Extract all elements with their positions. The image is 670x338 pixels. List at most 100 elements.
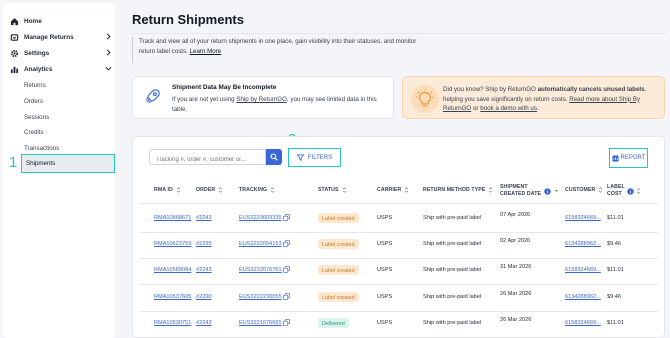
ship-by-returngo-link[interactable]: Ship by ReturnGO bbox=[236, 96, 287, 103]
nav-manage-returns-label: Manage Returns bbox=[24, 33, 74, 41]
sort-icon bbox=[271, 187, 275, 193]
order-link[interactable]: #2295 bbox=[196, 241, 212, 247]
report-button[interactable]: REPORT bbox=[609, 148, 648, 168]
carrier-cell: USPS bbox=[377, 241, 393, 247]
tip-text-4: . bbox=[536, 105, 539, 112]
created-date-cell: 26 Mar 2026 bbox=[500, 317, 532, 323]
col-header-cost[interactable]: LABEL COST bbox=[607, 184, 641, 198]
tracking-link[interactable]: EUS3222230055 bbox=[239, 294, 282, 300]
learn-more-link[interactable]: Learn More bbox=[190, 48, 222, 55]
tracking-link[interactable]: EUS3222076761 bbox=[239, 267, 282, 273]
chevron-down-icon bbox=[105, 66, 112, 71]
sidebar-item-sessions[interactable]: Sessions bbox=[24, 114, 49, 121]
search-icon bbox=[270, 153, 278, 161]
carrier-cell: USPS bbox=[377, 267, 393, 273]
col-header-status[interactable]: STATUS bbox=[318, 187, 347, 193]
rma-id-link[interactable]: RMA10537605 bbox=[154, 294, 191, 300]
nav-analytics[interactable]: Analytics bbox=[10, 62, 112, 76]
return-method-cell: Ship with pre-paid label bbox=[423, 294, 482, 300]
col-header-created-label: SHIPMENT CREATED DATE bbox=[500, 184, 541, 198]
search-input[interactable] bbox=[149, 149, 266, 165]
nav-manage-returns[interactable]: Manage Returns bbox=[10, 30, 111, 44]
col-header-created-line2: CREATED DATE bbox=[500, 191, 542, 197]
status-badge: Label created bbox=[318, 213, 359, 223]
customer-link[interactable]: 6158324669... bbox=[565, 267, 601, 273]
book-demo-link[interactable]: book a demo with us bbox=[480, 105, 537, 112]
col-header-carrier-label: CARRIER bbox=[377, 187, 402, 193]
order-link[interactable]: #2243 bbox=[196, 267, 212, 273]
col-header-tracking[interactable]: TRACKING bbox=[239, 187, 275, 193]
order-link[interactable]: #2243 bbox=[196, 320, 212, 326]
copy-icon[interactable] bbox=[283, 266, 290, 273]
col-header-created-line1: SHIPMENT bbox=[500, 184, 528, 190]
row-divider bbox=[140, 232, 658, 233]
col-header-method[interactable]: RETURN METHOD TYPE bbox=[423, 187, 493, 193]
filter-icon bbox=[296, 154, 304, 161]
incomplete-data-notice: Shipment Data May Be Incomplete If you a… bbox=[132, 76, 394, 119]
chevron-right-icon bbox=[106, 49, 111, 56]
nav-settings[interactable]: Settings bbox=[10, 46, 111, 60]
copy-icon[interactable] bbox=[283, 293, 290, 300]
rma-id-link[interactable]: RMA10530751 bbox=[154, 320, 191, 326]
rma-id-link[interactable]: RMA10589084 bbox=[154, 267, 191, 273]
copy-icon[interactable] bbox=[283, 319, 290, 326]
tracking-link[interactable]: EUS3222654153 bbox=[239, 241, 282, 247]
sidebar-item-returns[interactable]: Returns bbox=[24, 82, 46, 89]
tip-banner: Did you know? Ship by ReturnGO automatic… bbox=[402, 76, 665, 119]
customer-link[interactable]: 6158324669... bbox=[565, 215, 601, 221]
rma-id-link[interactable]: RMA10623759 bbox=[154, 241, 191, 247]
carrier-cell: USPS bbox=[377, 320, 393, 326]
sidebar-item-credits[interactable]: Credits bbox=[24, 129, 44, 136]
created-date-cell: 26 Mar 2026 bbox=[500, 291, 532, 297]
customer-link[interactable]: 6134288962... bbox=[565, 294, 601, 300]
copy-icon[interactable] bbox=[283, 214, 290, 221]
return-box-icon bbox=[10, 33, 19, 41]
nav-settings-label: Settings bbox=[24, 49, 50, 57]
tracking-link[interactable]: EUS3221076665 bbox=[239, 320, 282, 326]
return-method-cell: Ship with pre-paid label bbox=[423, 320, 482, 326]
nav-analytics-label: Analytics bbox=[24, 65, 53, 73]
sidebar: Home Manage Returns Settings Analytics R… bbox=[3, 3, 115, 338]
intro-text: Track and view all of your return shipme… bbox=[139, 38, 417, 55]
sidebar-item-orders[interactable]: Orders bbox=[24, 98, 43, 105]
label-cost-cell: $9.46 bbox=[607, 294, 621, 300]
sort-icon bbox=[599, 187, 603, 193]
report-icon bbox=[611, 154, 619, 162]
col-header-carrier[interactable]: CARRIER bbox=[377, 187, 409, 193]
sidebar-item-transactions[interactable]: Transactions bbox=[24, 145, 59, 152]
row-divider bbox=[140, 284, 658, 285]
status-badge: Label created bbox=[318, 265, 359, 275]
copy-icon[interactable] bbox=[283, 240, 290, 247]
sort-icon bbox=[176, 187, 181, 193]
sidebar-item-shipments[interactable]: Shipments bbox=[21, 154, 115, 173]
return-method-cell: Ship with pre-paid label bbox=[423, 241, 482, 247]
rma-id-link[interactable]: RMA10868671 bbox=[154, 215, 191, 221]
tracking-link[interactable]: EUS3223603335 bbox=[239, 215, 282, 221]
search-button[interactable] bbox=[266, 149, 282, 165]
order-link[interactable]: #2243 bbox=[196, 215, 212, 221]
col-header-status-label: STATUS bbox=[318, 187, 339, 193]
order-link[interactable]: #2290 bbox=[196, 294, 212, 300]
customer-link[interactable]: 6134288962... bbox=[565, 241, 601, 247]
sort-icon bbox=[405, 187, 409, 193]
sort-icon bbox=[219, 187, 223, 193]
created-date-cell: 31 Mar 2026 bbox=[500, 264, 532, 270]
tip-text-1: Did you know? Ship by ReturnGO bbox=[443, 86, 536, 93]
notice-title: Shipment Data May Be Incomplete bbox=[172, 84, 277, 91]
col-header-customer[interactable]: CUSTOMER bbox=[565, 187, 603, 193]
nav-home-label: Home bbox=[24, 17, 42, 25]
created-date-cell: 02 Apr 2026 bbox=[500, 238, 531, 244]
carrier-cell: USPS bbox=[377, 215, 393, 221]
bar-chart-icon bbox=[10, 66, 19, 73]
col-header-order[interactable]: ORDER bbox=[196, 187, 223, 193]
chevron-right-icon bbox=[106, 33, 111, 40]
customer-link[interactable]: 6158324669... bbox=[565, 320, 601, 326]
gear-icon bbox=[10, 49, 19, 57]
col-header-created[interactable]: SHIPMENT CREATED DATE bbox=[500, 184, 559, 198]
label-cost-cell: $11.01 bbox=[607, 215, 624, 221]
tip-text-bold: automatically cancels unused labels bbox=[537, 86, 645, 93]
nav-home[interactable]: Home bbox=[10, 14, 110, 28]
col-header-rma[interactable]: RMA ID bbox=[154, 187, 181, 193]
sort-desc-icon bbox=[555, 190, 559, 192]
filters-button[interactable]: FILTERS bbox=[288, 148, 341, 167]
